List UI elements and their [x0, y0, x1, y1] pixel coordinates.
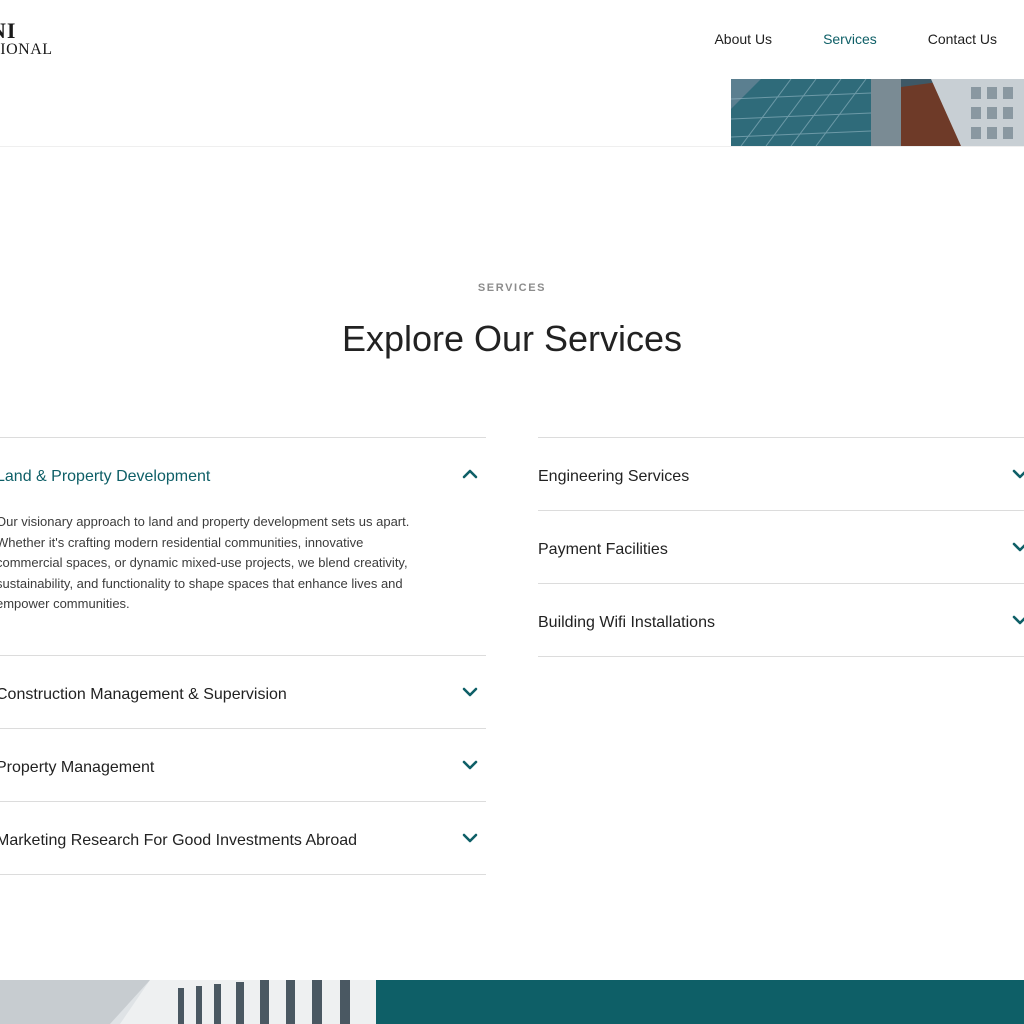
services-accordion-right: Engineering Services Payment Facilities … — [538, 437, 1024, 657]
accordion-item-body: Our visionary approach to land and prope… — [0, 514, 410, 611]
accordion-item-title: Building Wifi Installations — [538, 614, 715, 631]
accordion-header[interactable]: Land & Property Development — [0, 438, 486, 510]
accordion-item-title: Construction Management & Supervision — [0, 685, 287, 703]
brand-logo[interactable]: NI TIONAL — [0, 20, 53, 58]
chevron-down-icon[interactable] — [1012, 541, 1024, 553]
accordion-item-title: Property Management — [0, 758, 155, 776]
chevron-down-icon[interactable] — [462, 686, 478, 698]
header-divider — [0, 146, 1024, 147]
logo-line-2: TIONAL — [0, 41, 53, 58]
section-title: Explore Our Services — [341, 318, 683, 359]
accordion-item-marketing-research: Marketing Research For Good Investments … — [0, 800, 486, 875]
accordion-header[interactable]: Building Wifi Installations — [538, 584, 1024, 656]
main-nav: About Us Services Contact Us — [714, 31, 997, 47]
accordion-header[interactable]: Marketing Research For Good Investments … — [0, 802, 486, 874]
nav-link-services[interactable]: Services — [823, 31, 877, 47]
chevron-down-icon[interactable] — [1012, 468, 1024, 480]
nav-link-about-us[interactable]: About Us — [714, 31, 772, 47]
accordion-header[interactable]: Engineering Services — [538, 438, 1024, 510]
chevron-up-icon[interactable] — [462, 468, 478, 480]
logo-line-1: NI — [0, 18, 17, 43]
building-photo — [731, 79, 1024, 146]
teal-panel — [376, 980, 1024, 1024]
section-eyebrow: SERVICES — [477, 282, 547, 294]
services-accordion-left: Land & Property Development Our visionar… — [0, 437, 486, 875]
accordion-header[interactable]: Payment Facilities — [538, 511, 1024, 583]
accordion-item-land-property-development: Land & Property Development Our visionar… — [0, 437, 486, 655]
accordion-item-construction-management: Construction Management & Supervision — [0, 654, 486, 728]
nav-link-contact-us[interactable]: Contact Us — [928, 31, 997, 47]
accordion-header[interactable]: Property Management — [0, 729, 486, 801]
chevron-down-icon[interactable] — [1012, 614, 1024, 626]
accordion-item-engineering-services: Engineering Services — [538, 437, 1024, 510]
accordion-item-building-wifi: Building Wifi Installations — [538, 583, 1024, 657]
accordion-item-title: Engineering Services — [538, 468, 690, 485]
accordion-item-property-management: Property Management — [0, 727, 486, 801]
accordion-item-title: Land & Property Development — [0, 468, 211, 485]
accordion-header[interactable]: Construction Management & Supervision — [0, 656, 486, 728]
chevron-down-icon[interactable] — [462, 759, 478, 771]
accordion-item-title: Marketing Research For Good Investments … — [0, 831, 358, 849]
building-photo-bottom — [0, 980, 376, 1024]
accordion-item-payment-facilities: Payment Facilities — [538, 510, 1024, 583]
chevron-down-icon[interactable] — [462, 832, 478, 844]
accordion-item-title: Payment Facilities — [538, 541, 668, 558]
